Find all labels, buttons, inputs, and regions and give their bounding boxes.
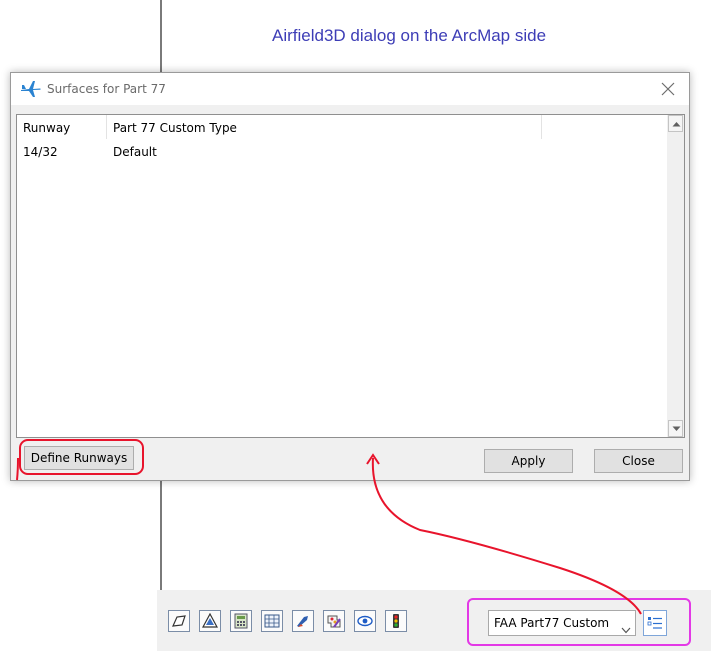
annotation-arrow-line	[371, 457, 642, 615]
annotation-stroke	[16, 457, 19, 481]
annotation-overlay	[16, 453, 642, 615]
